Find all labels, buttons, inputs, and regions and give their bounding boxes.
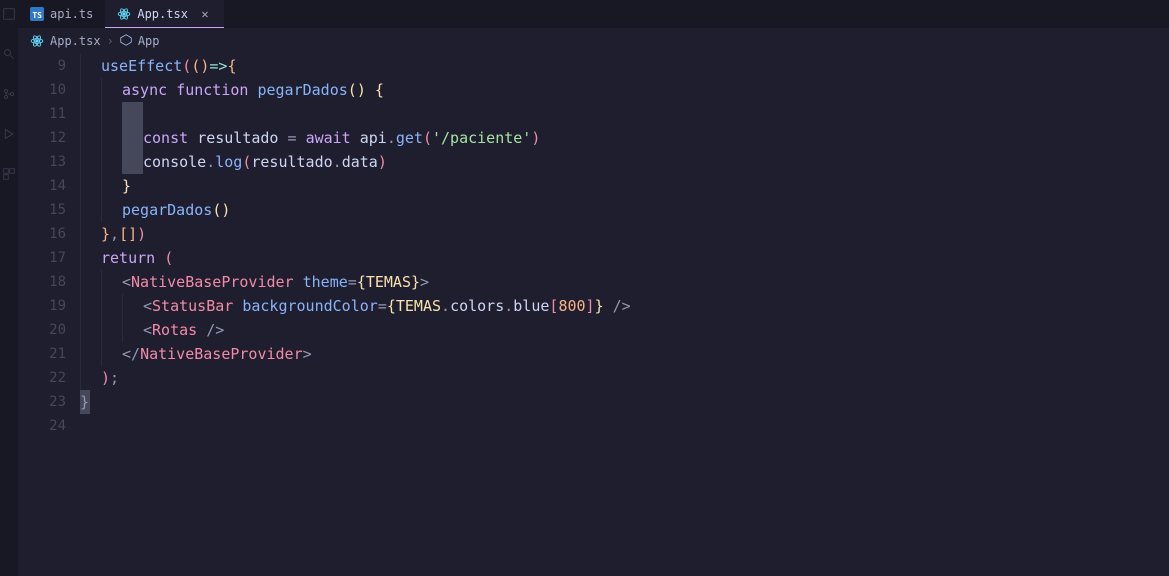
code-line[interactable]: </NativeBaseProvider> [80, 342, 1169, 366]
line-number: 21 [18, 342, 66, 366]
code-line[interactable]: async function pegarDados() { [80, 78, 1169, 102]
react-icon [117, 7, 131, 21]
line-number: 14 [18, 174, 66, 198]
line-number: 16 [18, 222, 66, 246]
chevron-right-icon: › [107, 34, 114, 48]
line-number: 15 [18, 198, 66, 222]
search-icon[interactable] [3, 48, 15, 64]
line-number: 10 [18, 78, 66, 102]
code-area[interactable]: useEffect(()=>{async function pegarDados… [80, 54, 1169, 576]
line-number: 20 [18, 318, 66, 342]
line-number: 19 [18, 294, 66, 318]
line-number: 12 [18, 126, 66, 150]
line-number: 13 [18, 150, 66, 174]
line-number: 11 [18, 102, 66, 126]
react-icon [30, 34, 44, 48]
breadcrumb-symbol[interactable]: App [138, 34, 160, 48]
code-line[interactable]: useEffect(()=>{ [80, 54, 1169, 78]
line-number: 24 [18, 414, 66, 438]
code-line[interactable]: } [80, 390, 1169, 414]
extensions-icon[interactable] [3, 168, 15, 184]
code-line[interactable]: } [80, 174, 1169, 198]
code-line[interactable]: pegarDados() [80, 198, 1169, 222]
code-line[interactable]: console.log(resultado.data) [80, 150, 1169, 174]
line-number: 18 [18, 270, 66, 294]
line-number: 9 [18, 54, 66, 78]
symbol-icon [120, 34, 132, 49]
tab-label: App.tsx [137, 7, 188, 21]
scm-icon[interactable] [3, 88, 15, 104]
code-line[interactable] [80, 102, 1169, 126]
code-line[interactable]: ); [80, 366, 1169, 390]
breadcrumb[interactable]: App.tsx › App [18, 28, 1169, 54]
explorer-icon[interactable] [3, 8, 15, 24]
editor-tab[interactable]: App.tsx ✕ [105, 0, 224, 28]
line-gutter: 9101112131415161718192021222324 [18, 54, 80, 576]
code-line[interactable]: <NativeBaseProvider theme={TEMAS}> [80, 270, 1169, 294]
code-line[interactable]: const resultado = await api.get('/pacien… [80, 126, 1169, 150]
typescript-icon: TS [30, 7, 44, 21]
line-number: 23 [18, 390, 66, 414]
editor-tab[interactable]: TS api.ts [18, 0, 105, 28]
breadcrumb-file[interactable]: App.tsx [50, 34, 101, 48]
line-number: 22 [18, 366, 66, 390]
code-line[interactable] [80, 414, 1169, 438]
editor-tabs: TS api.ts App.tsx ✕ [18, 0, 1169, 28]
code-line[interactable]: },[]) [80, 222, 1169, 246]
line-number: 17 [18, 246, 66, 270]
code-line[interactable]: return ( [80, 246, 1169, 270]
debug-icon[interactable] [3, 128, 15, 144]
code-line[interactable]: <Rotas /> [80, 318, 1169, 342]
code-line[interactable]: <StatusBar backgroundColor={TEMAS.colors… [80, 294, 1169, 318]
code-editor[interactable]: 9101112131415161718192021222324 useEffec… [18, 54, 1169, 576]
close-icon[interactable]: ✕ [198, 7, 212, 21]
activity-bar [0, 0, 18, 576]
tab-label: api.ts [50, 7, 93, 21]
